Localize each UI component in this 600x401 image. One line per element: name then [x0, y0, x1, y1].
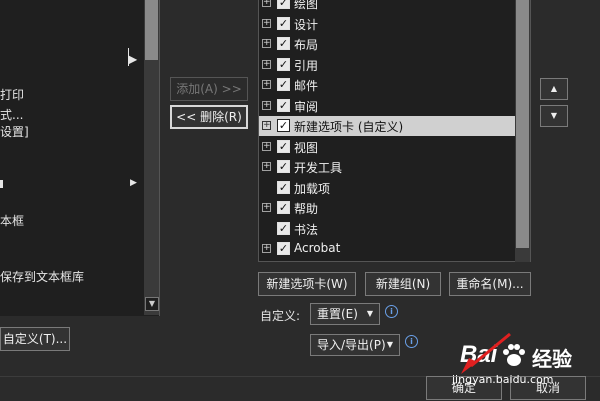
tree-item[interactable]: ✓ 加载项 — [259, 178, 515, 198]
rename-button[interactable]: 重命名(M)... — [449, 272, 531, 296]
expand-icon[interactable]: + — [262, 141, 271, 151]
info-icon[interactable]: i — [385, 305, 398, 318]
left-list-scrollbar[interactable]: ▼ — [144, 0, 159, 315]
expand-icon[interactable]: + — [262, 59, 271, 69]
expand-icon[interactable]: + — [262, 39, 271, 48]
red-arrow-icon — [461, 332, 511, 374]
tree-item[interactable]: + ✓ 设计 — [259, 14, 515, 34]
checkbox[interactable]: ✓ — [277, 37, 290, 50]
submenu-arrow-icon: ▶ — [128, 52, 138, 66]
checkbox[interactable]: ✓ — [277, 57, 290, 71]
list-item[interactable]: 设置] — [0, 123, 29, 140]
import-export-dropdown-label: 导入/导出(P) — [317, 338, 386, 352]
tree-item[interactable]: ✓ 书法 — [259, 219, 515, 239]
submenu-arrow-icon: ▶ — [130, 178, 137, 188]
list-item[interactable]: 本框 — [0, 212, 24, 229]
tree-item-label: 开发工具 — [294, 161, 343, 175]
tree-item[interactable]: + ✓ 邮件 — [259, 75, 515, 95]
checkbox[interactable]: ✓ — [277, 221, 290, 235]
expand-icon[interactable]: + — [262, 162, 271, 171]
tree-item[interactable]: + ✓ Acrobat — [259, 239, 515, 259]
reset-dropdown-label: 重置(E) — [317, 307, 358, 321]
tree-item[interactable]: + ✓ 帮助 — [259, 198, 515, 218]
move-up-icon[interactable]: ▲ — [540, 78, 568, 100]
tree-item-label: 视图 — [294, 140, 319, 155]
tree-item[interactable]: + ✓ 绘图 — [259, 0, 515, 13]
scrollbar-thumb[interactable] — [516, 0, 529, 248]
tree-item-label: 书法 — [294, 222, 319, 237]
tree-item-label: Acrobat — [294, 241, 341, 255]
expand-icon[interactable]: + — [262, 80, 271, 89]
tree-item[interactable]: + ✓ 布局 — [259, 34, 515, 54]
checkbox[interactable]: ✓ — [277, 119, 290, 132]
new-tab-button[interactable]: 新建选项卡(W) — [258, 272, 356, 296]
tree-scrollbar[interactable] — [515, 0, 530, 262]
move-down-icon[interactable]: ▼ — [540, 105, 568, 127]
tree-item[interactable]: + ✓ 开发工具 — [259, 157, 515, 177]
tree-item-label: 邮件 — [294, 79, 319, 93]
checkbox[interactable]: ✓ — [277, 180, 290, 194]
remove-button[interactable]: << 删除(R) — [170, 105, 248, 129]
tree-item[interactable]: + ✓ 视图 — [259, 137, 515, 157]
checkbox[interactable]: ✓ — [277, 16, 290, 30]
list-item[interactable]: 保存到文本框库 — [0, 268, 84, 285]
checkbox[interactable]: ✓ — [277, 78, 290, 91]
info-icon[interactable]: i — [405, 335, 418, 348]
new-group-button[interactable]: 新建组(N) — [365, 272, 441, 296]
tree-item[interactable]: + ✓ 引用 — [259, 55, 515, 75]
list-item[interactable]: 式... — [0, 106, 23, 123]
tree-item-label: 设计 — [294, 17, 319, 32]
tree-item[interactable]: + ✓ 审阅 — [259, 96, 515, 116]
add-button[interactable]: 添加(A) >> — [170, 77, 248, 101]
expand-icon[interactable]: + — [262, 121, 271, 130]
tree-item-label: 帮助 — [294, 202, 319, 216]
tree-item-label: 审阅 — [294, 99, 319, 114]
customize-quick-access-button[interactable]: 自定义(T)... — [0, 327, 70, 351]
tree-item-label: 布局 — [294, 38, 319, 52]
checkbox[interactable]: ✓ — [277, 0, 290, 9]
checkbox[interactable]: ✓ — [277, 201, 290, 214]
expand-icon[interactable]: + — [262, 18, 271, 28]
customizations-label: 自定义: — [260, 309, 301, 323]
list-item-marker — [0, 180, 3, 188]
caret-down-icon: ▼ — [386, 340, 393, 349]
checkbox[interactable]: ✓ — [277, 160, 290, 173]
expand-icon[interactable]: + — [262, 100, 271, 110]
tree-item-label: 绘图 — [294, 0, 319, 11]
tree-item-label: 新建选项卡 (自定义) — [294, 120, 404, 134]
tree-item[interactable]: + ✓ 新建选项卡 (自定义) — [259, 116, 515, 136]
caret-down-icon: ▼ — [366, 309, 373, 318]
expand-icon[interactable]: + — [262, 203, 271, 212]
text-cursor — [128, 48, 129, 66]
expand-icon[interactable]: + — [262, 0, 271, 7]
available-commands-list[interactable]: 打印 式... 设置] 本框 保存到文本框库 ▶ ▶ ▼ — [0, 0, 160, 316]
import-export-dropdown[interactable]: 导入/导出(P) ▼ — [310, 334, 400, 356]
checkbox[interactable]: ✓ — [277, 98, 290, 112]
reset-dropdown[interactable]: 重置(E) ▼ — [310, 303, 380, 325]
list-item[interactable]: 打印 — [0, 86, 24, 103]
scroll-down-icon[interactable]: ▼ — [145, 297, 159, 311]
checkbox[interactable]: ✓ — [277, 242, 290, 255]
tree-item-label: 引用 — [294, 58, 319, 73]
ribbon-tabs-tree[interactable]: + ✓ 绘图 + ✓ 设计 + ✓ 布局 + ✓ 引用 + ✓ 邮件 + ✓ 审阅 + ✓ 新建选项卡 (自定义) + ✓ 视… — [258, 0, 531, 262]
scrollbar-thumb[interactable] — [145, 0, 158, 60]
checkbox[interactable]: ✓ — [277, 139, 290, 153]
expand-icon[interactable]: + — [262, 244, 271, 253]
watermark-brand-suffix: 经验 — [532, 347, 572, 371]
tree-item-label: 加载项 — [294, 181, 331, 196]
